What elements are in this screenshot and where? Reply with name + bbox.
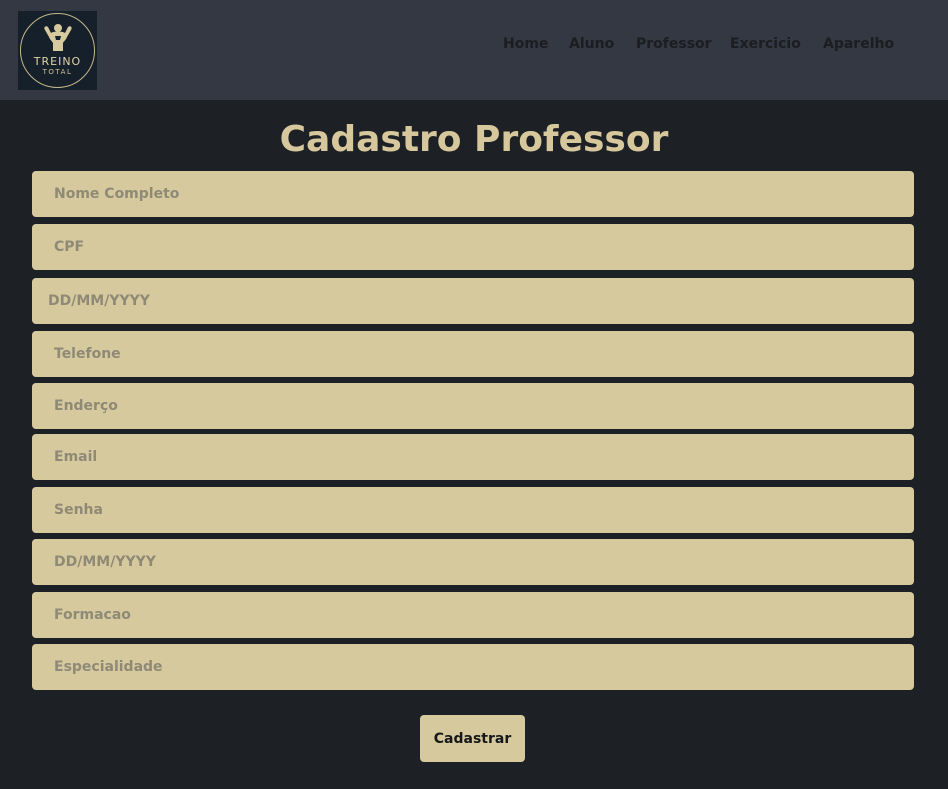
hire-date-input[interactable] (32, 539, 914, 585)
full-name-input[interactable] (32, 171, 914, 217)
main-nav: Home Aluno Professor Exercicio Aparelho (0, 36, 948, 56)
brand-subname: TOTAL (42, 68, 73, 76)
nav-exercicio[interactable]: Exercicio (730, 36, 801, 52)
phone-input[interactable] (32, 331, 914, 377)
nav-aluno[interactable]: Aluno (569, 36, 614, 52)
brand-name: TREINO (33, 55, 82, 68)
cpf-input[interactable] (32, 224, 914, 270)
nav-professor[interactable]: Professor (636, 36, 712, 52)
email-input[interactable] (32, 434, 914, 480)
birth-date-input[interactable] (32, 278, 914, 324)
top-header: TREINO TOTAL Home Aluno Professor Exerci… (0, 0, 948, 100)
address-input[interactable] (32, 383, 914, 429)
nav-home[interactable]: Home (503, 36, 548, 52)
page-title: Cadastro Professor (279, 119, 669, 160)
education-input[interactable] (32, 592, 914, 638)
register-button[interactable]: Cadastrar (420, 715, 525, 762)
password-input[interactable] (32, 487, 914, 533)
nav-aparelho[interactable]: Aparelho (823, 36, 894, 52)
specialty-input[interactable] (32, 644, 914, 690)
